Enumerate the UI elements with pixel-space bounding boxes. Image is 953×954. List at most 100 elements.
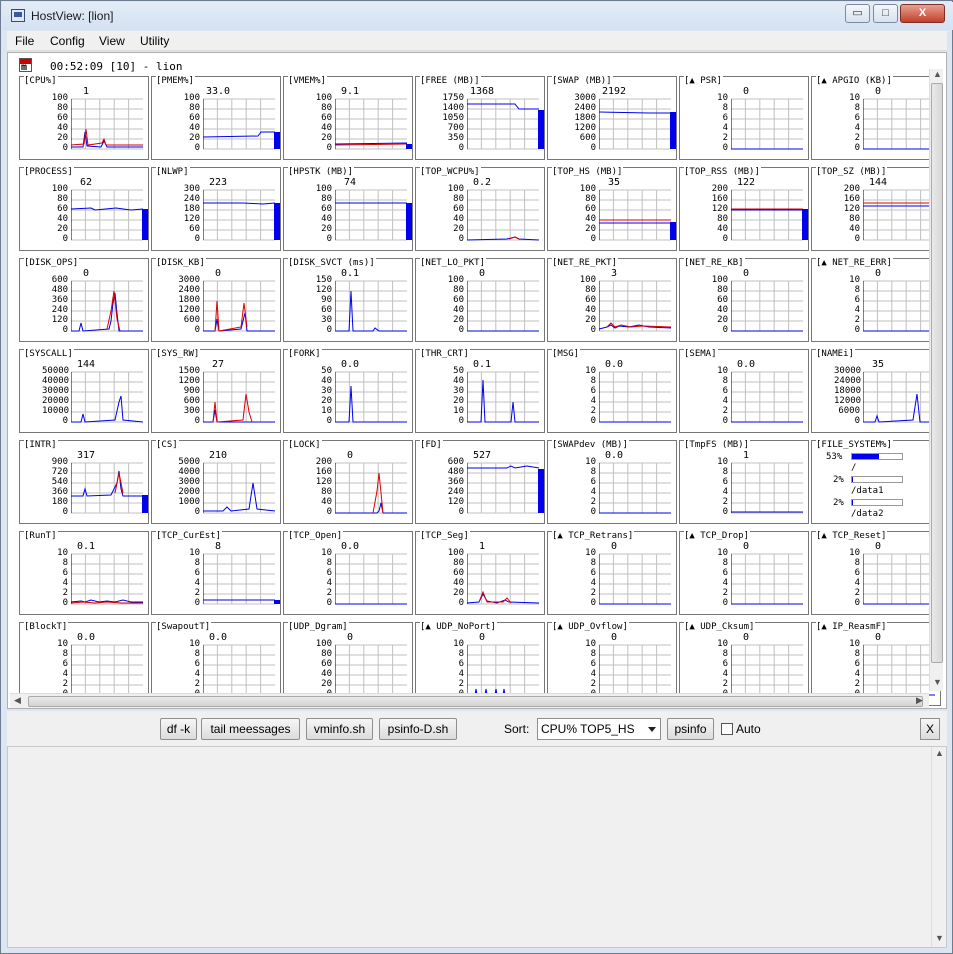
metric-cell[interactable]: [FILE_SYSTEM%] 53% / 2% /data1 2% /data2 (811, 440, 941, 524)
metric-cell[interactable]: [TOP_RSS (MB)] 122 200 160 120 80 40 0 (679, 167, 809, 251)
metric-cell[interactable]: [CS] 210 5000 4000 3000 2000 1000 0 (151, 440, 281, 524)
df-button[interactable]: df -k (160, 718, 197, 740)
metric-cell[interactable]: [SEMA] 0.0 10 8 6 4 2 0 (679, 349, 809, 433)
metric-cell[interactable]: [TOP_HS (MB)] 35 100 80 60 40 20 0 (547, 167, 677, 251)
output-scroll-up-icon[interactable]: ▲ (935, 748, 944, 758)
scroll-up-icon[interactable]: ▲ (933, 69, 942, 79)
scroll-left-icon[interactable]: ◀ (14, 695, 21, 706)
y-tick-label: 20 (585, 315, 596, 325)
metric-cell[interactable]: [SYSCALL] 144 50000 40000 30000 20000 10000 0 (19, 349, 149, 433)
metric-chart (71, 371, 144, 423)
metric-cell[interactable]: [NET_RE_KB] 0 100 80 60 40 20 0 (679, 258, 809, 342)
metric-cell[interactable]: [NET_LO_PKT] 0 100 80 60 40 20 0 (415, 258, 545, 342)
y-tick-label: 1800 (574, 113, 596, 123)
auto-label: Auto (736, 722, 761, 736)
y-tick-label: 50 (453, 366, 464, 376)
maximize-button[interactable]: □ (873, 4, 898, 23)
metric-chart (467, 189, 540, 241)
tail-messages-button[interactable]: tail meessages (201, 718, 300, 740)
y-tick-label: 10 (717, 639, 728, 649)
psinfo-d-button[interactable]: psinfo-D.sh (379, 718, 457, 740)
metric-cell[interactable]: [SWAPdev (MB)] 0.0 10 8 6 4 2 0 (547, 440, 677, 524)
metric-cell[interactable]: [FREE (MB)] 1368 1750 1400 1050 700 350 0 (415, 76, 545, 160)
metric-cell[interactable]: [NET_RE_PKT] 3 100 80 60 40 20 0 (547, 258, 677, 342)
y-tick-label: 1800 (178, 295, 200, 305)
metric-cell[interactable]: [TCP_Open] 0.0 10 8 6 4 2 0 (283, 531, 413, 615)
sort-select[interactable]: CPU% TOP5_HS (537, 718, 661, 740)
metric-cell[interactable]: [DISK_SVCT (ms)] 0.1 150 120 90 60 30 0 (283, 258, 413, 342)
y-tick-label: 30000 (834, 366, 862, 376)
y-tick-label: 600 (183, 315, 200, 325)
metric-cell[interactable]: [LOCK] 0 200 160 120 80 40 0 (283, 440, 413, 524)
y-tick-label: 8 (722, 103, 728, 113)
series-line (203, 312, 275, 332)
y-tick-label: 50000 (42, 366, 70, 376)
y-tick-label: 60 (717, 295, 728, 305)
menu-file[interactable]: File (15, 34, 34, 48)
y-tick-label: 10 (57, 639, 68, 649)
output-scroll-down-icon[interactable]: ▼ (935, 933, 944, 943)
metric-cell[interactable]: [TCP_CurEst] 8 10 8 6 4 2 0 (151, 531, 281, 615)
metric-cell[interactable]: [DISK_OPS] 0 600 480 360 240 120 0 (19, 258, 149, 342)
metric-cell[interactable]: [FD] 527 600 480 360 240 120 0 (415, 440, 545, 524)
metric-chart (335, 189, 407, 241)
metric-cell[interactable]: [PMEM%] 33.0 100 80 60 40 20 0 (151, 76, 281, 160)
scroll-down-icon[interactable]: ▼ (933, 677, 942, 687)
metric-cell[interactable]: [TmpFS (MB)] 1 10 8 6 4 2 0 (679, 440, 809, 524)
vertical-scroll-thumb[interactable] (931, 83, 943, 663)
metric-cell[interactable]: [FORK] 0.0 50 40 30 20 10 0 (283, 349, 413, 433)
metric-chart (71, 189, 144, 241)
minimize-button[interactable]: ▭ (845, 4, 870, 23)
close-button[interactable]: X (900, 4, 945, 23)
scroll-right-icon[interactable]: ▶ (916, 695, 923, 706)
horizontal-scrollbar[interactable]: ◀ ▶ (10, 693, 929, 708)
metric-cell[interactable]: [TCP_Seg] 1 100 80 60 40 20 0 (415, 531, 545, 615)
metric-cell[interactable]: [MSG] 0.0 10 8 6 4 2 0 (547, 349, 677, 433)
metric-cell[interactable]: [▲ TCP_Reset] 0 10 8 6 4 2 0 (811, 531, 941, 615)
app-icon (11, 9, 25, 22)
clear-output-button[interactable]: X (920, 718, 940, 740)
metric-cell[interactable]: [▲ PSR] 0 10 8 6 4 2 0 (679, 76, 809, 160)
metric-cell[interactable]: [VMEM%] 9.1 100 80 60 40 20 0 (283, 76, 413, 160)
vertical-scrollbar[interactable]: ▲ ▼ (929, 69, 943, 691)
y-tick-label: 540 (51, 477, 68, 487)
y-tick-label: 8 (326, 558, 332, 568)
output-area[interactable]: ▲ ▼ (7, 746, 947, 948)
y-tick-label: 360 (51, 487, 68, 497)
auto-checkbox[interactable] (721, 723, 733, 735)
metric-cell[interactable]: [▲ APGIO (KB)] 0 10 8 6 4 2 0 (811, 76, 941, 160)
y-tick-label: 10 (321, 406, 332, 416)
metric-cell[interactable]: [▲ TCP_Drop] 0 10 8 6 4 2 0 (679, 531, 809, 615)
fs-percent: 2% (833, 475, 844, 485)
metric-cell[interactable]: [HPSTK (MB)] 74 100 80 60 40 20 0 (283, 167, 413, 251)
y-tick-label: 80 (453, 558, 464, 568)
y-tick-label: 10 (585, 548, 596, 558)
metric-cell[interactable]: [THR_CRT] 0.1 50 40 30 20 10 0 (415, 349, 545, 433)
metric-cell[interactable]: [TOP_WCPU%] 0.2 100 80 60 40 20 0 (415, 167, 545, 251)
metric-chart (71, 462, 143, 514)
metric-cell[interactable]: [▲ TCP_Retrans] 0 10 8 6 4 2 0 (547, 531, 677, 615)
metric-cell[interactable]: [INTR] 317 900 720 540 360 180 0 (19, 440, 149, 524)
y-tick-label: 40 (321, 123, 332, 133)
metric-cell[interactable]: [▲ NET_RE_ERR] 0 10 8 6 4 2 0 (811, 258, 941, 342)
metric-cell[interactable]: [DISK_KB] 0 3000 2400 1800 1200 600 0 (151, 258, 281, 342)
y-tick-label: 0 (854, 325, 860, 335)
menu-view[interactable]: View (99, 34, 125, 48)
metric-cell[interactable]: [TOP_SZ (MB)] 144 200 160 120 80 40 0 (811, 167, 941, 251)
psinfo-button[interactable]: psinfo (667, 718, 714, 740)
metric-cell[interactable]: [SYS_RW] 27 1500 1200 900 600 300 0 (151, 349, 281, 433)
metric-cell[interactable]: [NAMEi] 35 30000 24000 18000 12000 6000 0 (811, 349, 941, 433)
horizontal-scroll-thumb[interactable] (28, 696, 923, 707)
metric-chart (467, 371, 539, 423)
menu-utility[interactable]: Utility (140, 34, 169, 48)
metric-cell[interactable]: [SWAP (MB)] 2192 3000 2400 1800 1200 600 0 (547, 76, 677, 160)
vminfo-button[interactable]: vminfo.sh (306, 718, 373, 740)
y-tick-label: 6 (194, 659, 200, 669)
metric-cell[interactable]: [CPU%] 1 100 80 60 40 20 0 (19, 76, 149, 160)
output-scrollbar[interactable]: ▲ ▼ (931, 747, 946, 947)
metric-cell[interactable]: [RunT] 0.1 10 8 6 4 2 0 (19, 531, 149, 615)
metric-cell[interactable]: [NLWP] 223 300 240 180 120 60 0 (151, 167, 281, 251)
y-tick-label: 300 (183, 406, 200, 416)
menu-config[interactable]: Config (50, 34, 85, 48)
metric-cell[interactable]: [PROCESS] 62 100 80 60 40 20 0 (19, 167, 149, 251)
